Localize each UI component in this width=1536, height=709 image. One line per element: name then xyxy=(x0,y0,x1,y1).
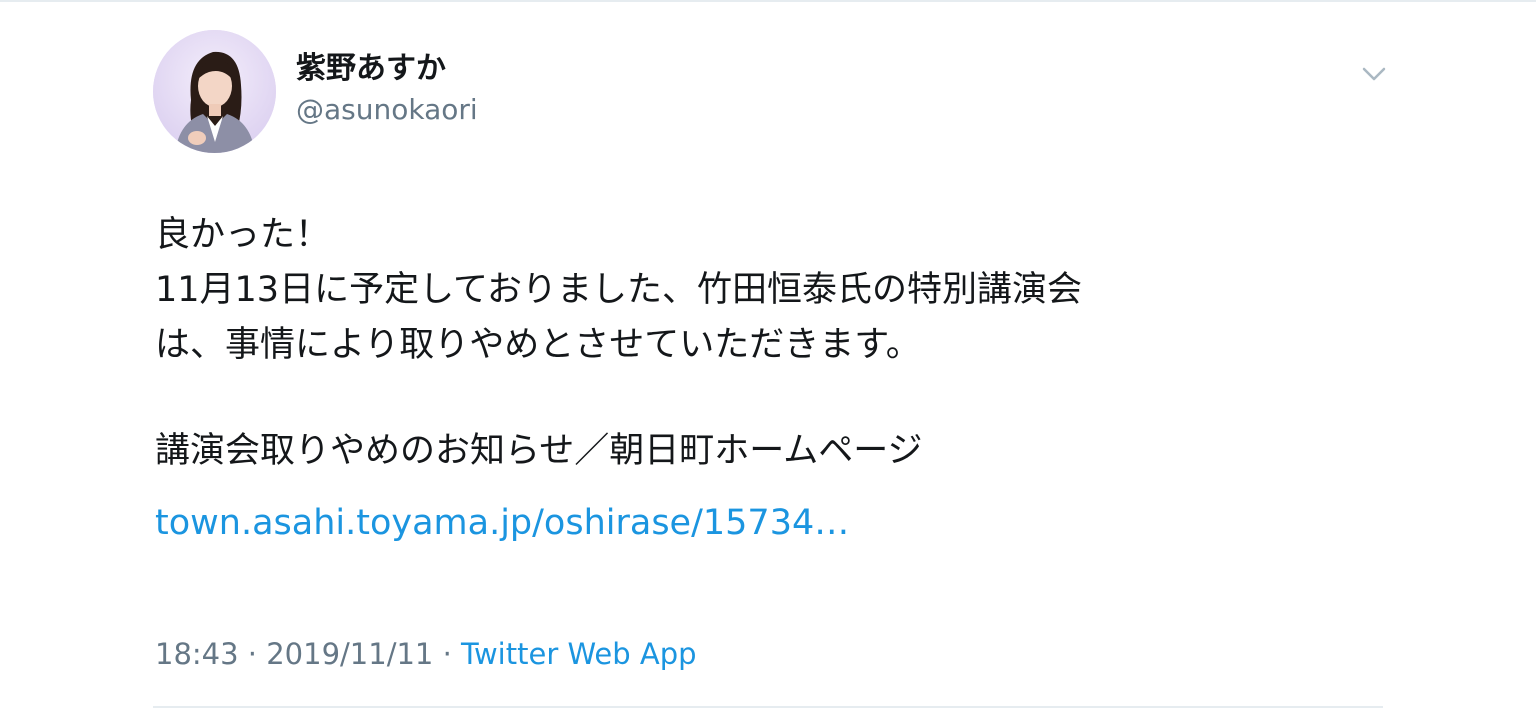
meta-separator: · xyxy=(247,637,267,671)
avatar[interactable] xyxy=(153,30,276,153)
chevron-down-icon[interactable] xyxy=(1358,58,1390,90)
link-url[interactable]: town.asahi.toyama.jp/oshirase/15734… xyxy=(155,496,849,551)
tweet-time[interactable]: 18:43 xyxy=(155,637,239,671)
user-handle[interactable]: @asunokaori xyxy=(296,92,478,128)
link-title: 講演会取りやめのお知らせ／朝日町ホームページ xyxy=(155,431,923,471)
top-divider xyxy=(0,0,1536,2)
display-name[interactable]: 紫野あすか xyxy=(296,50,446,88)
tweet-detail: 紫野あすか @asunokaori 良かった！ 11月13日に予定しておりました… xyxy=(0,0,1536,709)
tweet-line: は、事情により取りやめとさせていただきます。 xyxy=(155,325,921,365)
meta-separator: · xyxy=(442,637,462,671)
tweet-source[interactable]: Twitter Web App xyxy=(461,637,697,671)
tweet-date[interactable]: 2019/11/11 xyxy=(266,637,433,671)
tweet-meta: 18:43 · 2019/11/11 · Twitter Web App xyxy=(155,634,697,674)
tweet-line: 良かった！ xyxy=(155,215,331,255)
bottom-divider xyxy=(153,706,1383,708)
tweet-body: 良かった！ 11月13日に予定しておりました、竹田恒泰氏の特別講演会 は、事情に… xyxy=(155,208,1405,373)
tweet-line: 11月13日に予定しておりました、竹田恒泰氏の特別講演会 xyxy=(155,270,1082,310)
